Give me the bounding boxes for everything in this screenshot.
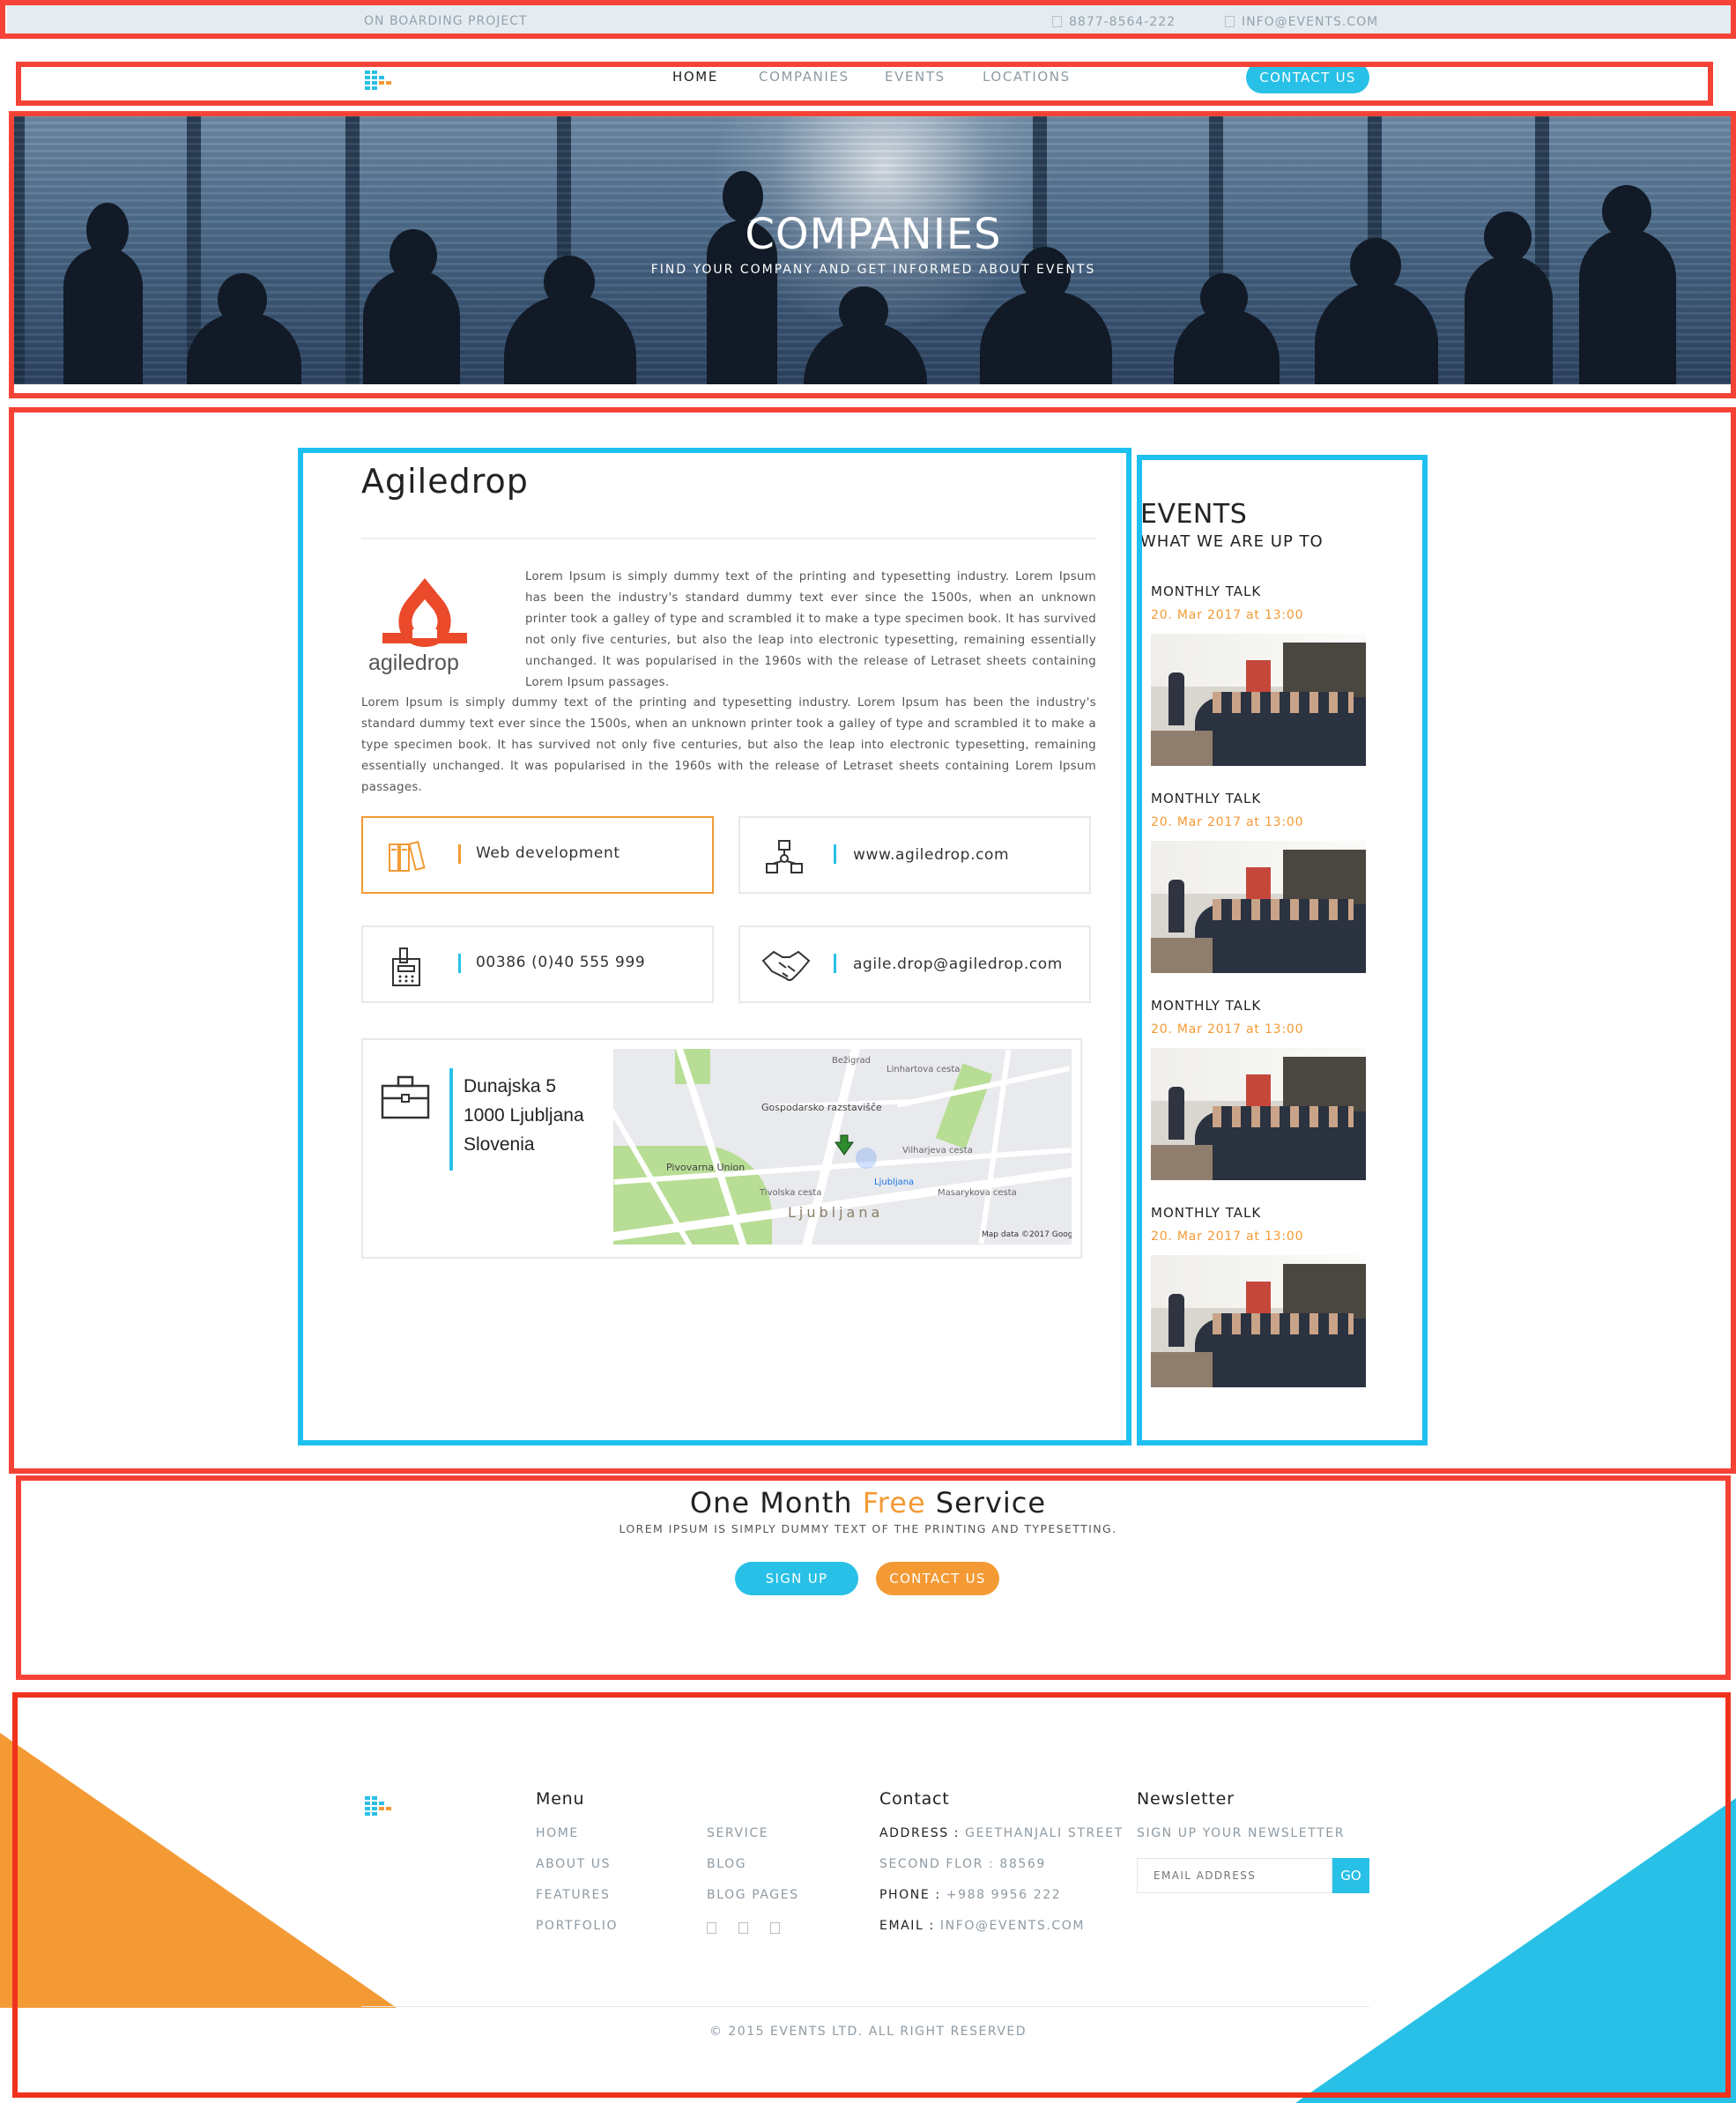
- annotation-hero: [9, 111, 1736, 398]
- annotation-topbar: [0, 0, 1736, 39]
- annotation-nav: [16, 62, 1713, 106]
- annotation-company-column: [298, 448, 1131, 1445]
- annotation-cta: [16, 1475, 1731, 1680]
- annotation-events-column: [1137, 455, 1428, 1445]
- annotation-footer: [12, 1692, 1731, 2098]
